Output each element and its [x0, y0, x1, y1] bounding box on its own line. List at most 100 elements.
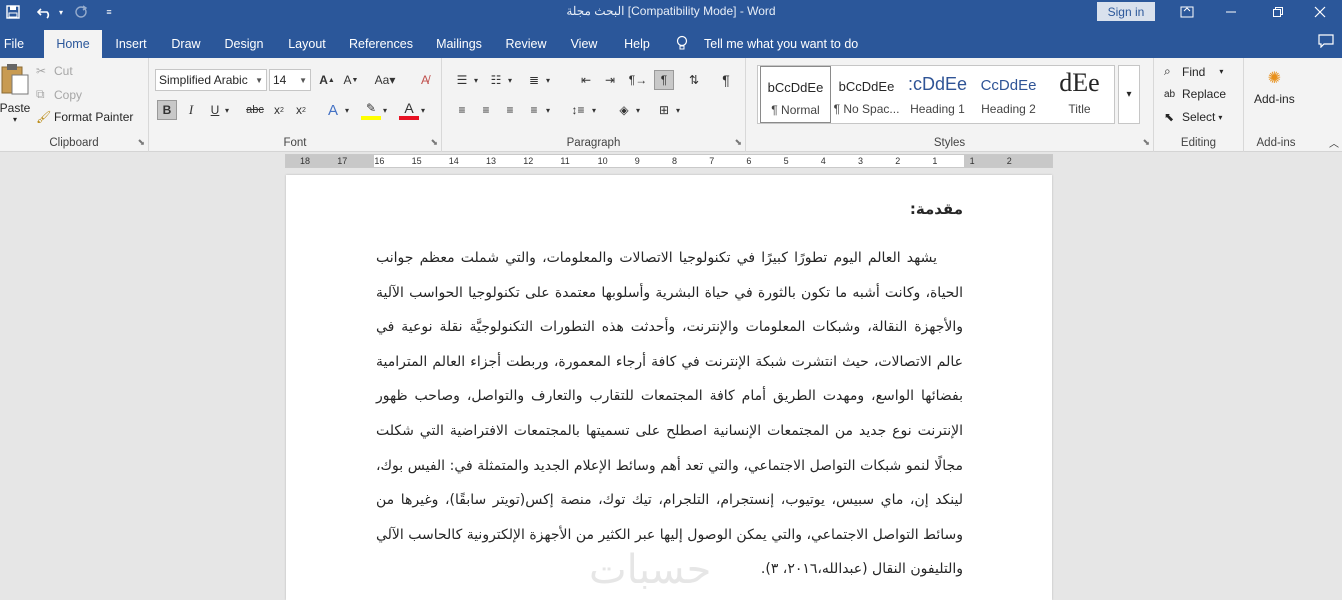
document-heading: مقدمة:	[909, 200, 963, 218]
horizontal-ruler[interactable]: 18 17 16 15 14 13 12 11 10 9 8 7 6 5 4 3 2 1 1 2	[285, 154, 1053, 168]
tab-draw[interactable]: Draw	[167, 30, 205, 58]
select-button[interactable]: ⬉ Select ▾	[1164, 110, 1222, 124]
collapse-ribbon-icon[interactable]: ︿	[1324, 132, 1342, 152]
styles-launcher-icon[interactable]: ⬊	[1142, 137, 1150, 148]
line-spacing-dropdown-icon[interactable]: ▾	[588, 100, 600, 120]
find-button[interactable]: ⌕ Find ▾	[1164, 64, 1223, 79]
format-painter-button[interactable]: 🖌 Format Painter	[36, 110, 133, 124]
multilevel-dropdown-icon[interactable]: ▾	[542, 70, 554, 90]
rtl-icon[interactable]: ¶	[654, 70, 674, 90]
borders-icon[interactable]: ⊞	[654, 100, 674, 120]
decrease-indent-icon[interactable]: ⇤	[576, 70, 596, 90]
highlight-dropdown-icon[interactable]: ▾	[379, 100, 391, 120]
align-center-icon[interactable]: ≡	[476, 100, 496, 120]
style-normal-name: ¶ Normal	[771, 103, 820, 117]
paste-dropdown-icon: ▾	[12, 115, 17, 124]
multilevel-list-icon[interactable]: ≣	[524, 70, 544, 90]
tab-help[interactable]: Help	[618, 30, 656, 58]
font-launcher-icon[interactable]: ⬊	[430, 137, 438, 148]
clear-formatting-icon[interactable]: A̸	[415, 70, 435, 90]
line-spacing-icon[interactable]: ↕≡	[568, 100, 588, 120]
select-label: Select	[1182, 110, 1216, 124]
paste-label: Paste	[0, 101, 31, 115]
align-left-icon[interactable]: ≡	[452, 100, 472, 120]
ltr-icon[interactable]: ¶→	[628, 70, 648, 90]
ruler-tick-label: 9	[634, 156, 640, 166]
addins-icon: ✺	[1267, 70, 1282, 87]
format-painter-label: Format Painter	[54, 110, 134, 124]
addins-label: Add-ins	[1254, 92, 1295, 106]
sort-icon[interactable]: ⇅	[684, 70, 704, 90]
styles-more-icon[interactable]: ▾	[1118, 65, 1140, 124]
copy-button[interactable]: ⧉ Copy	[36, 87, 82, 102]
bullets-dropdown-icon[interactable]: ▾	[470, 70, 482, 90]
justify-icon[interactable]: ≡	[524, 100, 544, 120]
ruler-tick-label: 4	[820, 156, 826, 166]
tab-insert[interactable]: Insert	[110, 30, 152, 58]
editing-group: ⌕ Find ▾ ab Replace ⬉ Select ▾ Editing	[1154, 58, 1244, 152]
paragraph-launcher-icon[interactable]: ⬊	[734, 137, 742, 148]
replace-button[interactable]: ab Replace	[1164, 87, 1226, 101]
justify-dropdown-icon[interactable]: ▾	[542, 100, 554, 120]
bullets-icon[interactable]: ☰	[452, 70, 472, 90]
find-label: Find	[1182, 64, 1206, 79]
shading-dropdown-icon[interactable]: ▾	[632, 100, 644, 120]
tab-view[interactable]: View	[565, 30, 603, 58]
show-formatting-icon[interactable]: ¶	[716, 70, 736, 90]
tab-design[interactable]: Design	[220, 30, 268, 58]
tab-layout[interactable]: Layout	[283, 30, 331, 58]
style-heading-2[interactable]: CcDdEe Heading 2	[973, 66, 1044, 123]
clipboard-launcher-icon[interactable]: ⬊	[137, 137, 145, 148]
font-color-dropdown-icon[interactable]: ▾	[417, 100, 429, 120]
tab-home[interactable]: Home	[44, 30, 102, 58]
style-normal[interactable]: bCcDdEe ¶ Normal	[760, 66, 831, 123]
ribbon: Paste ▾ ✂ Cut ⧉ Copy 🖌 Format Painter Cl…	[0, 58, 1342, 152]
addins-button[interactable]: ✺ Add-ins	[1254, 68, 1295, 106]
strikethrough-icon[interactable]: abc	[243, 100, 267, 120]
tab-file[interactable]: File	[0, 30, 28, 58]
bold-icon[interactable]: B	[157, 100, 177, 120]
cut-button[interactable]: ✂ Cut	[36, 64, 73, 78]
font-name-combo[interactable]: Simplified Arabic ▼	[155, 69, 267, 91]
tab-references[interactable]: References	[346, 30, 416, 58]
minimize-icon[interactable]	[1209, 0, 1253, 24]
style-no-spacing-name: ¶ No Spac...	[833, 102, 900, 116]
grow-font-icon[interactable]: A ▲	[317, 70, 337, 90]
paste-button[interactable]: Paste ▾	[0, 62, 30, 128]
numbering-dropdown-icon[interactable]: ▾	[504, 70, 516, 90]
copy-icon: ⧉	[36, 87, 45, 101]
tell-me-box[interactable]: Tell me what you want to do	[676, 30, 858, 58]
restore-icon[interactable]	[1256, 0, 1300, 24]
tab-review[interactable]: Review	[502, 30, 550, 58]
increase-indent-icon[interactable]: ⇥	[600, 70, 620, 90]
comments-icon[interactable]	[1318, 34, 1334, 52]
document-paragraph[interactable]: يشهد العالم اليوم تطورًا كبيرًا في تكنول…	[376, 241, 963, 587]
underline-dropdown-icon[interactable]: ▾	[221, 100, 233, 120]
style-title[interactable]: dEe Title	[1044, 66, 1115, 123]
shrink-font-icon[interactable]: A ▼	[341, 70, 361, 90]
ruler-tick-label: 1	[969, 156, 975, 166]
font-color-icon[interactable]: A	[399, 100, 419, 120]
ruler-tick-label: 5	[783, 156, 789, 166]
change-case-icon[interactable]: Aa▾	[371, 70, 399, 90]
ribbon-display-options-icon[interactable]	[1165, 0, 1209, 24]
numbering-icon[interactable]: ☷	[486, 70, 506, 90]
sign-in-button[interactable]: Sign in	[1097, 2, 1155, 21]
highlight-icon[interactable]: ✎	[361, 100, 381, 120]
text-effects-dropdown-icon[interactable]: ▾	[341, 100, 353, 120]
align-right-icon[interactable]: ≡	[500, 100, 520, 120]
borders-dropdown-icon[interactable]: ▾	[672, 100, 684, 120]
close-icon[interactable]	[1298, 0, 1342, 24]
style-no-spacing[interactable]: bCcDdEe ¶ No Spac...	[831, 66, 902, 123]
superscript-icon[interactable]: x2	[291, 100, 311, 120]
document-page[interactable]: مقدمة: يشهد العالم اليوم تطورًا كبيرًا ف…	[286, 175, 1052, 600]
subscript-icon[interactable]: x2	[269, 100, 289, 120]
text-effects-icon[interactable]: A	[323, 100, 343, 120]
style-heading-1[interactable]: :cDdEe Heading 1	[902, 66, 973, 123]
tell-me-text: Tell me what you want to do	[704, 37, 859, 51]
style-heading-1-name: Heading 1	[910, 102, 965, 116]
tab-mailings[interactable]: Mailings	[431, 30, 487, 58]
font-size-combo[interactable]: 14 ▼	[269, 69, 311, 91]
shading-icon[interactable]: ◈	[614, 100, 634, 120]
italic-icon[interactable]: I	[181, 100, 201, 120]
